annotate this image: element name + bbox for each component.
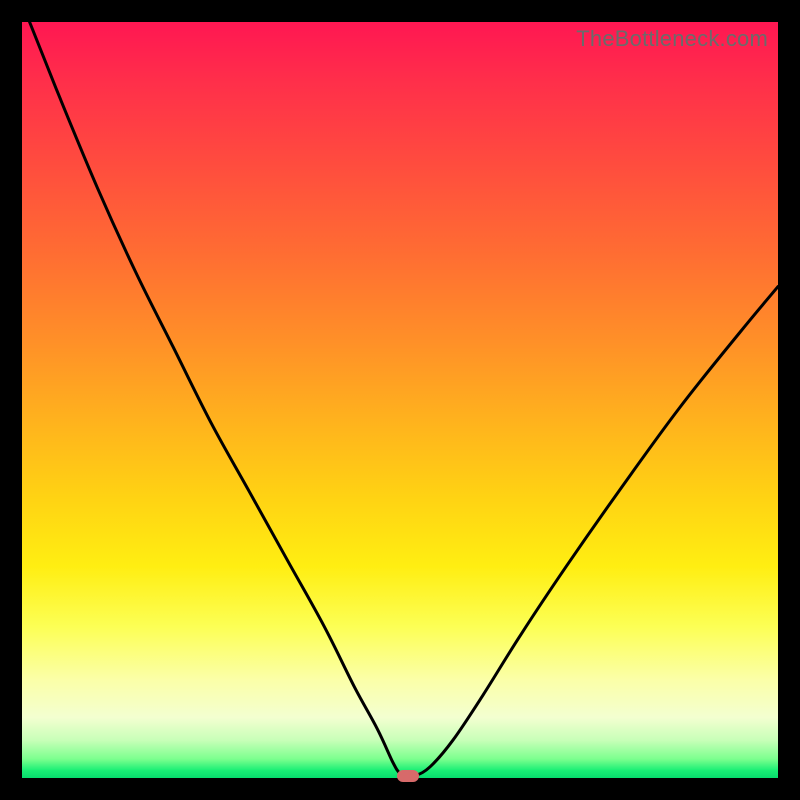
minimum-marker <box>397 770 419 782</box>
bottleneck-curve <box>22 22 778 778</box>
plot-area: TheBottleneck.com <box>22 22 778 778</box>
chart-frame: TheBottleneck.com <box>0 0 800 800</box>
